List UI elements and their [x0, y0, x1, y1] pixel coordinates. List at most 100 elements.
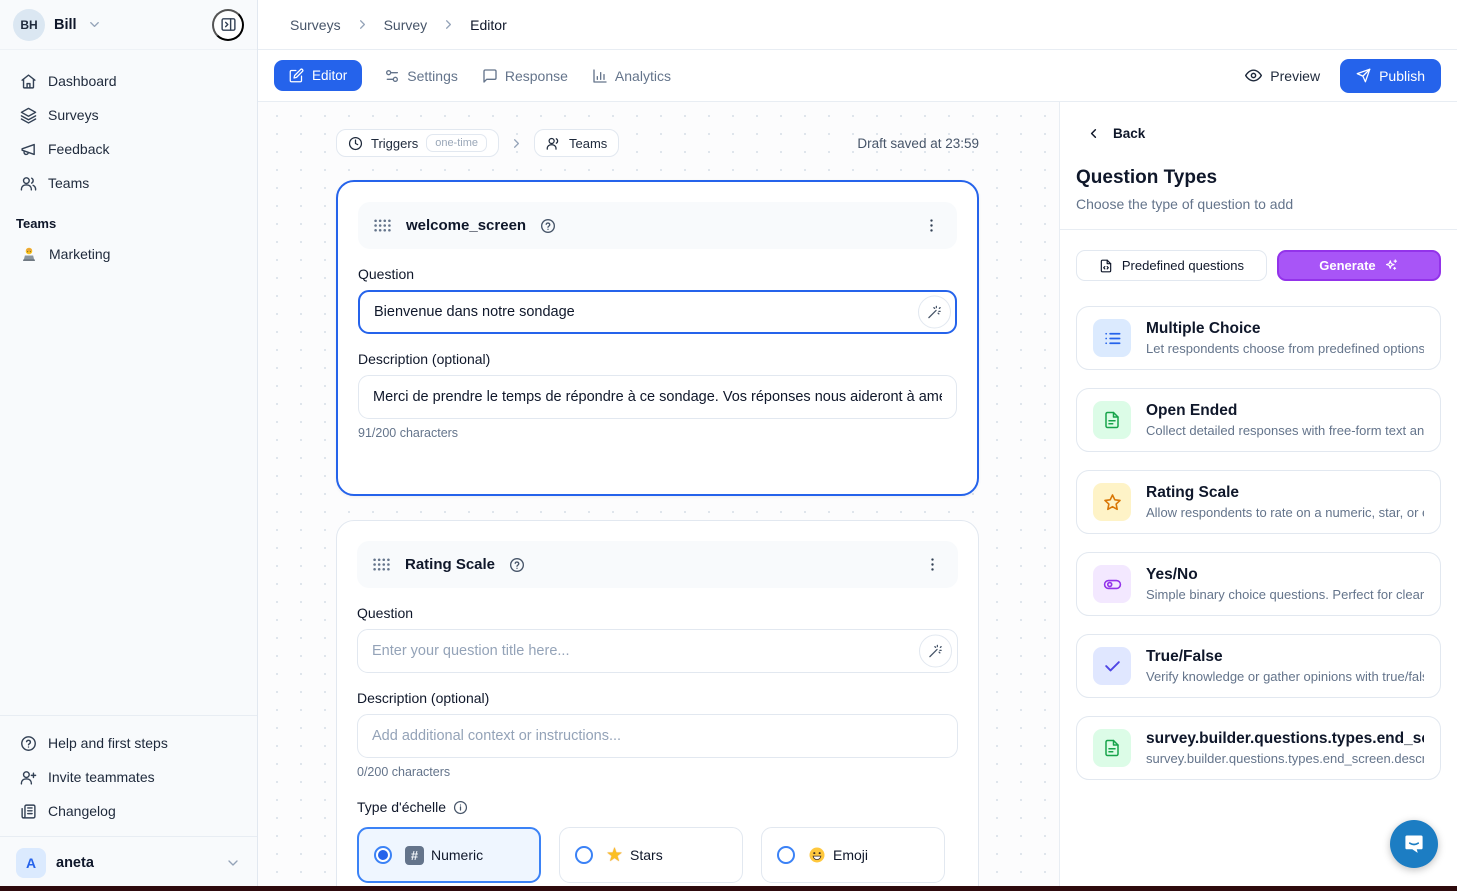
- preview-button[interactable]: Preview: [1245, 67, 1320, 84]
- account-row[interactable]: A aneta: [0, 836, 257, 891]
- drag-handle-icon[interactable]: [372, 557, 391, 572]
- sidebar-item-feedback[interactable]: Feedback: [10, 132, 247, 166]
- description-input-wrap: [357, 714, 958, 758]
- tab-settings[interactable]: Settings: [372, 60, 470, 92]
- magic-wand-icon[interactable]: [918, 296, 951, 329]
- chevron-down-icon[interactable]: [87, 17, 102, 32]
- question-type-list: Multiple Choice Let respondents choose f…: [1076, 306, 1441, 780]
- technologist-emoji: [20, 245, 38, 263]
- more-vertical-icon[interactable]: [922, 554, 943, 575]
- star-icon: [1093, 483, 1131, 521]
- panel-actions: Predefined questions Generate: [1076, 250, 1441, 281]
- type-card-open-ended[interactable]: Open Ended Collect detailed responses wi…: [1076, 388, 1441, 452]
- question-field-label: Question: [357, 605, 958, 621]
- bar-chart-icon: [592, 68, 608, 84]
- breadcrumb-survey[interactable]: Survey: [384, 17, 428, 33]
- sidebar-item-label: Teams: [48, 175, 89, 191]
- question-card-title: Rating Scale: [405, 556, 495, 573]
- question-card-title: welcome_screen: [406, 217, 526, 234]
- panel-collapse-icon: [220, 16, 237, 33]
- type-card-multiple-choice[interactable]: Multiple Choice Let respondents choose f…: [1076, 306, 1441, 370]
- predefined-questions-button[interactable]: Predefined questions: [1076, 250, 1267, 281]
- back-button[interactable]: Back: [1076, 126, 1441, 141]
- predefined-questions-label: Predefined questions: [1122, 258, 1244, 273]
- sidebar-item-label: Invite teammates: [48, 769, 155, 785]
- chat-bubble-icon: [1402, 832, 1426, 856]
- magic-wand-icon[interactable]: [919, 635, 952, 668]
- question-input-wrap: [358, 290, 957, 334]
- type-description: Simple binary choice questions. Perfect …: [1146, 587, 1424, 602]
- list-icon: [1093, 319, 1131, 357]
- scale-option-emoji[interactable]: Emoji: [761, 827, 945, 883]
- type-description: Verify knowledge or gather opinions with…: [1146, 669, 1424, 684]
- help-circle-icon[interactable]: [509, 557, 525, 573]
- question-title-input[interactable]: [357, 629, 958, 673]
- triggers-label: Triggers: [371, 136, 418, 151]
- sidebar-collapse-button[interactable]: [212, 9, 244, 41]
- sidebar-item-help[interactable]: Help and first steps: [10, 726, 247, 760]
- breadcrumb-surveys[interactable]: Surveys: [290, 17, 341, 33]
- generate-button[interactable]: Generate: [1277, 250, 1441, 281]
- description-input[interactable]: [358, 375, 957, 419]
- teams-section-heading: Teams: [0, 204, 257, 237]
- question-title-input[interactable]: [358, 290, 957, 334]
- description-field-label: Description (optional): [358, 351, 957, 367]
- description-input[interactable]: [357, 714, 958, 758]
- tab-label: Settings: [407, 68, 458, 84]
- chevron-down-icon: [225, 855, 241, 871]
- scale-option-numeric[interactable]: # Numeric: [357, 827, 541, 883]
- tab-editor[interactable]: Editor: [274, 60, 362, 91]
- chat-widget-button[interactable]: [1390, 820, 1438, 868]
- eye-icon: [1245, 67, 1262, 84]
- main-area: Surveys Survey Editor Editor Settings Re…: [258, 0, 1457, 891]
- sidebar-item-team-marketing[interactable]: Marketing: [0, 237, 257, 271]
- more-vertical-icon[interactable]: [921, 215, 942, 236]
- question-input-wrap: [357, 629, 958, 673]
- tab-response[interactable]: Response: [470, 60, 580, 92]
- type-card-yes-no[interactable]: Yes/No Simple binary choice questions. P…: [1076, 552, 1441, 616]
- type-description: Allow respondents to rate on a numeric, …: [1146, 505, 1424, 520]
- scale-option-label: Stars: [630, 847, 663, 863]
- type-name: Yes/No: [1146, 566, 1424, 584]
- teams-pill-label: Teams: [569, 136, 607, 151]
- tab-analytics[interactable]: Analytics: [580, 60, 683, 92]
- scale-option-label: Numeric: [431, 847, 483, 863]
- draft-status: Draft saved at 23:59: [857, 136, 979, 151]
- send-icon: [1356, 68, 1371, 83]
- type-card-true-false[interactable]: True/False Verify knowledge or gather op…: [1076, 634, 1441, 698]
- info-icon[interactable]: [453, 800, 468, 815]
- scale-type-label: Type d'échelle: [357, 799, 446, 815]
- type-card-end-screen[interactable]: survey.builder.questions.types.end_scr..…: [1076, 716, 1441, 780]
- question-field-label: Question: [358, 266, 957, 282]
- breadcrumb: Surveys Survey Editor: [258, 0, 1457, 50]
- users-icon: [546, 136, 561, 151]
- sidebar-item-surveys[interactable]: Surveys: [10, 98, 247, 132]
- question-card-welcome-screen[interactable]: welcome_screen Question: [336, 180, 979, 496]
- question-card-rating-scale[interactable]: Rating Scale Question: [336, 520, 979, 891]
- sparkles-icon: [1384, 258, 1399, 273]
- triggers-pill[interactable]: Triggers one-time: [336, 129, 499, 157]
- workspace-avatar[interactable]: BH: [13, 9, 45, 41]
- type-card-rating-scale[interactable]: Rating Scale Allow respondents to rate o…: [1076, 470, 1441, 534]
- users-icon: [20, 175, 37, 192]
- type-description: Let respondents choose from predefined o…: [1146, 341, 1424, 356]
- sidebar-item-invite[interactable]: Invite teammates: [10, 760, 247, 794]
- help-circle-icon[interactable]: [540, 218, 556, 234]
- chevron-right-icon: [355, 17, 370, 32]
- publish-button[interactable]: Publish: [1340, 59, 1441, 93]
- workspace-name[interactable]: Bill: [54, 17, 77, 33]
- panel-title: Question Types: [1076, 167, 1441, 189]
- type-name: True/False: [1146, 648, 1424, 666]
- sidebar-item-teams[interactable]: Teams: [10, 166, 247, 200]
- sidebar-item-changelog[interactable]: Changelog: [10, 794, 247, 828]
- document-icon: [1093, 729, 1131, 767]
- radio-unchecked-icon: [777, 846, 795, 864]
- scale-option-stars[interactable]: ★ Stars: [559, 827, 743, 883]
- sidebar-item-dashboard[interactable]: Dashboard: [10, 64, 247, 98]
- teams-pill[interactable]: Teams: [534, 129, 619, 157]
- drag-handle-icon[interactable]: [373, 218, 392, 233]
- char-count: 0/200 characters: [357, 765, 958, 779]
- chevron-right-icon: [441, 17, 456, 32]
- toolbar-right: Preview Publish: [1245, 59, 1441, 93]
- toggle-icon: [1093, 565, 1131, 603]
